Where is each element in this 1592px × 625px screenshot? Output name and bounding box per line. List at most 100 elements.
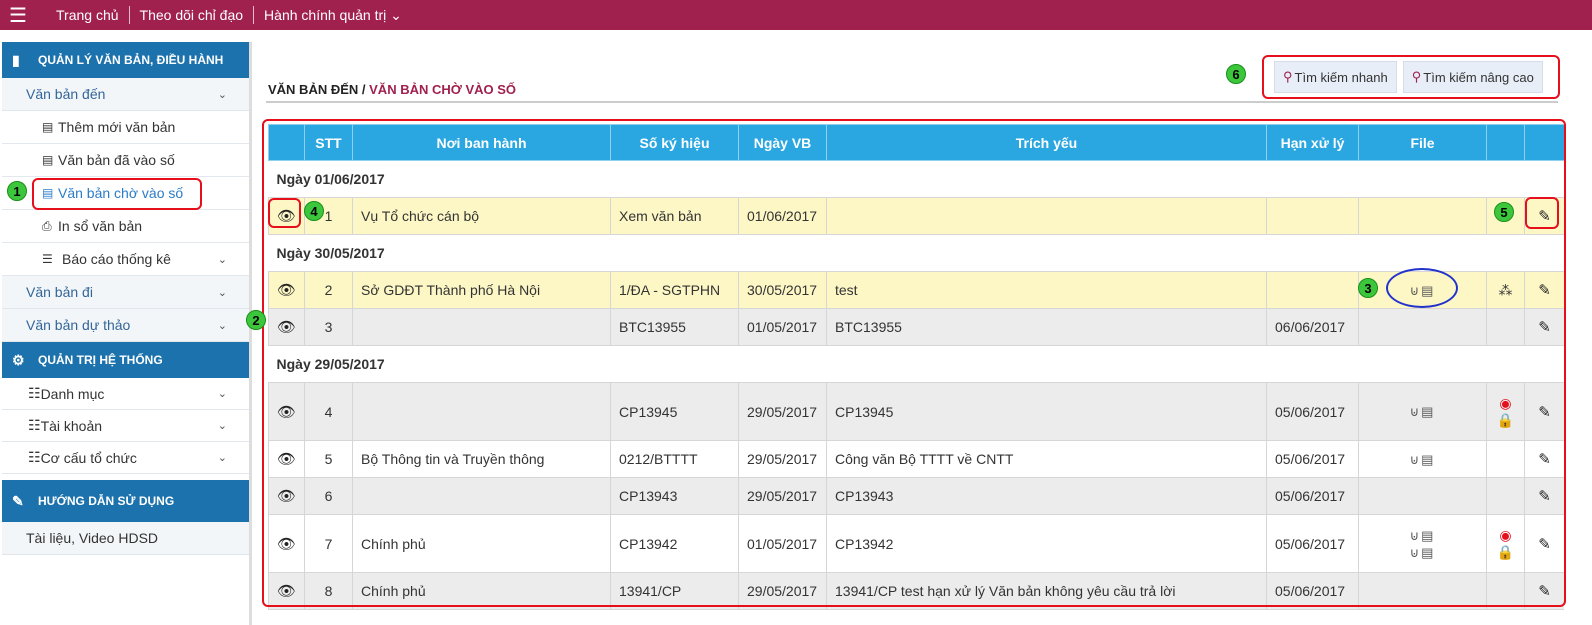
gear-icon: ⚙: [12, 351, 25, 368]
lock-icon: 🔒: [1496, 543, 1515, 560]
attachment-icon[interactable]: ⊍▤: [1410, 528, 1436, 543]
group-row: Ngày 30/05/2017: [268, 234, 1564, 272]
sidebar-item-category[interactable]: ☷ Danh mục ⌄: [2, 378, 249, 410]
nav-follow[interactable]: Theo dõi chỉ đạo: [130, 6, 255, 24]
book-icon: ▤: [42, 153, 54, 167]
top-nav: Trang chủ Theo dõi chỉ đạo Hành chính qu…: [46, 0, 412, 30]
col-issuer: Nơi ban hành: [352, 124, 611, 161]
sidebar-item-registered[interactable]: ▤ Văn bản đã vào số: [2, 144, 249, 177]
lock-icon: 🔒: [1496, 411, 1515, 428]
section-help[interactable]: ✎ HƯỚNG DẪN SỬ DỤNG: [2, 480, 249, 522]
callout-2: 2: [246, 310, 266, 330]
chevron-down-icon: ⌄: [390, 7, 402, 23]
search-toolbar: ⚲ Tìm kiếm nhanh ⚲ Tìm kiếm nâng cao: [1262, 55, 1560, 99]
sidebar-item-account[interactable]: ☷ Tài khoản ⌄: [2, 410, 249, 442]
chevron-down-icon: ⌄: [217, 286, 227, 299]
list-icon: ☷: [28, 385, 41, 401]
table-header: STT Nơi ban hành Số ký hiệu Ngày VB Tríc…: [268, 124, 1564, 161]
group-row: Ngày 01/06/2017: [268, 160, 1564, 198]
view-icon[interactable]: 👁: [277, 451, 296, 468]
view-icon[interactable]: 👁: [277, 319, 296, 336]
table-row[interactable]: 👁 7 Chính phủ CP13942 01/05/2017 CP13942…: [268, 514, 1564, 573]
edit-icon[interactable]: ✎: [1538, 282, 1551, 299]
edit-icon[interactable]: ✎: [1538, 488, 1551, 505]
document-icon: ▮: [12, 51, 20, 68]
advanced-search-button[interactable]: ⚲ Tìm kiếm nâng cao: [1402, 61, 1543, 93]
callout-1: 1: [7, 181, 27, 201]
chevron-down-icon: ⌄: [217, 88, 227, 101]
table-row[interactable]: 👁 8 Chính phủ 13941/CP 29/05/2017 13941/…: [268, 572, 1564, 610]
list-icon: ☷: [28, 417, 41, 433]
edit-icon[interactable]: ✎: [1538, 319, 1551, 336]
section-document-management[interactable]: ▮ QUẢN LÝ VĂN BẢN, ĐIỀU HÀNH: [2, 42, 249, 78]
view-icon[interactable]: 👁: [277, 208, 296, 225]
section-system-admin[interactable]: ⚙ QUẢN TRỊ HỆ THỐNG: [2, 342, 249, 378]
view-icon[interactable]: 👁: [277, 536, 296, 553]
view-icon[interactable]: 👁: [277, 404, 296, 421]
list-icon: ☷: [28, 449, 41, 465]
breadcrumb-parent[interactable]: VĂN BẢN ĐẾN: [268, 82, 358, 97]
col-deadline: Hạn xử lý: [1266, 124, 1359, 161]
callout-4: 4: [304, 201, 324, 221]
sidebar-item-outgoing[interactable]: Văn bản đi ⌄: [2, 276, 249, 309]
edit-icon[interactable]: ✎: [1538, 451, 1551, 468]
callout-5: 5: [1494, 202, 1514, 222]
print-icon: ⎙: [42, 218, 52, 233]
list-icon: ☰: [42, 252, 53, 266]
breadcrumb-current: VĂN BẢN CHỜ VÀO SỐ: [369, 82, 517, 97]
highlight-ellipse: [1386, 268, 1458, 308]
view-icon[interactable]: 👁: [277, 282, 296, 299]
share-icon[interactable]: ⁂: [1499, 282, 1513, 298]
attachment-icon[interactable]: ⊍▤: [1410, 545, 1436, 560]
view-icon[interactable]: 👁: [277, 583, 296, 600]
edit-icon[interactable]: ✎: [1538, 208, 1551, 225]
sidebar-item-incoming[interactable]: Văn bản đến ⌄: [2, 78, 249, 111]
sidebar-item-org[interactable]: ☷ Cơ cấu tổ chức ⌄: [2, 442, 249, 474]
view-document-link[interactable]: Xem văn bản: [610, 197, 739, 235]
chevron-down-icon: ⌄: [217, 452, 227, 464]
callout-3: 3: [1358, 278, 1378, 298]
table-row[interactable]: 👁 1 Vụ Tổ chức cán bộ Xem văn bản 01/06/…: [268, 197, 1564, 235]
chevron-down-icon: ⌄: [217, 319, 227, 332]
table-row[interactable]: 👁 5 Bộ Thông tin và Truyền thông 0212/BT…: [268, 440, 1564, 478]
callout-6: 6: [1226, 64, 1246, 84]
book-icon: ▤: [42, 186, 54, 200]
table-row[interactable]: 👁 3 BTC13955 01/05/2017 BTC13955 06/06/2…: [268, 308, 1564, 346]
divider: [266, 101, 1558, 103]
sidebar-item-print[interactable]: ⎙ In sổ văn bản: [2, 210, 249, 243]
sidebar-item-pending[interactable]: ▤ Văn bản chờ vào số: [2, 177, 249, 210]
document-table: STT Nơi ban hành Số ký hiệu Ngày VB Tríc…: [268, 124, 1564, 610]
col-file: File: [1358, 124, 1487, 161]
urgent-icon: ◉: [1499, 394, 1512, 411]
sidebar-item-report[interactable]: ☰ Báo cáo thống kê ⌄: [2, 243, 249, 276]
view-icon[interactable]: 👁: [277, 488, 296, 505]
chevron-down-icon: ⌄: [217, 388, 227, 400]
urgent-icon: ◉: [1499, 526, 1512, 543]
nav-admin[interactable]: Hành chính quản trị ⌄: [254, 6, 412, 24]
help-icon: ✎: [12, 492, 24, 509]
table-row[interactable]: 👁 6 CP13943 29/05/2017 CP13943 05/06/201…: [268, 477, 1564, 515]
edit-icon[interactable]: ✎: [1538, 583, 1551, 600]
top-bar: ☰ Trang chủ Theo dõi chỉ đạo Hành chính …: [0, 0, 1592, 30]
col-summary: Trích yếu: [826, 124, 1267, 161]
chevron-down-icon: ⌄: [217, 420, 227, 432]
hamburger-icon[interactable]: ☰: [0, 0, 36, 30]
attachment-icon[interactable]: ⊍▤: [1410, 404, 1436, 419]
attachment-icon[interactable]: ⊍▤: [1410, 452, 1436, 467]
sidebar: ▮ QUẢN LÝ VĂN BẢN, ĐIỀU HÀNH Văn bản đến ⌄…: [2, 42, 252, 625]
sidebar-item-draft[interactable]: Văn bản dự thảo ⌄: [2, 309, 249, 342]
sidebar-item-add-new[interactable]: ▤ Thêm mới văn bản: [2, 111, 249, 144]
edit-icon[interactable]: ✎: [1538, 536, 1551, 553]
col-stt: STT: [304, 124, 353, 161]
edit-icon[interactable]: ✎: [1538, 404, 1551, 421]
sidebar-item-help-docs[interactable]: Tài liệu, Video HDSD: [2, 522, 249, 555]
search-plus-icon: ⚲: [1411, 69, 1422, 84]
table-row[interactable]: 👁 4 CP13945 29/05/2017 CP13945 05/06/201…: [268, 382, 1564, 441]
quick-search-button[interactable]: ⚲ Tìm kiếm nhanh: [1274, 61, 1397, 93]
search-icon: ⚲: [1283, 69, 1293, 84]
nav-home[interactable]: Trang chủ: [46, 6, 130, 24]
book-icon: ▤: [42, 120, 54, 134]
chevron-down-icon: ⌄: [217, 253, 227, 266]
group-row: Ngày 29/05/2017: [268, 345, 1564, 383]
col-number: Số ký hiệu: [610, 124, 739, 161]
